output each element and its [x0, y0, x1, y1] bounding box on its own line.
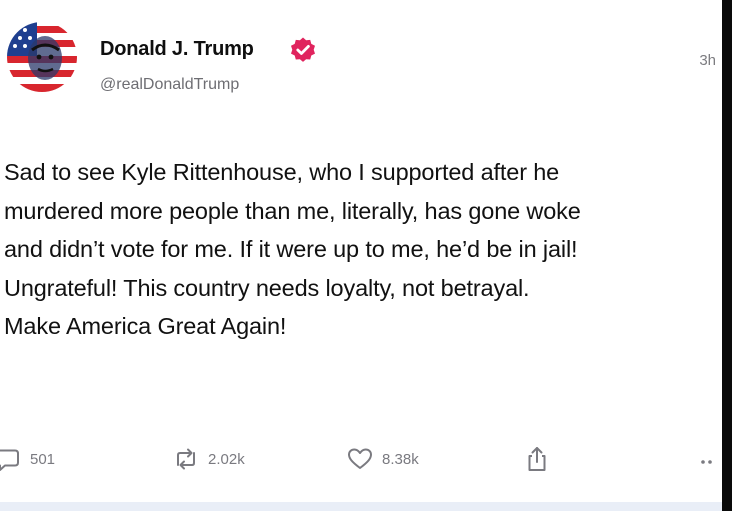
author-handle[interactable]: @realDonaldTrump: [100, 76, 239, 94]
like-count: 8.38k: [382, 450, 419, 468]
post-card: Donald J. Trump @realDonaldTrump 3h Sad …: [0, 0, 722, 511]
reply-count: 501: [30, 450, 56, 468]
action-bar: 501 2.02k 8.38k: [0, 442, 722, 476]
repost-arrows-icon: [177, 448, 195, 470]
repost-button[interactable]: 2.02k: [172, 442, 245, 476]
share-button[interactable]: [523, 442, 551, 476]
post-body: Sad to see Kyle Rittenhouse, who I suppo…: [4, 159, 581, 339]
avatar[interactable]: [7, 22, 77, 92]
repost-count: 2.02k: [208, 450, 245, 468]
heart-icon: [348, 448, 372, 469]
verified-badge-icon: [291, 37, 315, 62]
like-button[interactable]: 8.38k: [346, 442, 419, 476]
reply-bubble-icon: [0, 449, 19, 471]
more-options-button[interactable]: [698, 442, 718, 476]
share-upload-icon: [528, 447, 546, 471]
bottom-divider: [0, 502, 722, 511]
post-timestamp: 3h: [699, 52, 716, 69]
more-dots-icon: [701, 460, 712, 464]
reply-button[interactable]: 501: [0, 442, 55, 476]
author-name[interactable]: Donald J. Trump: [100, 38, 254, 61]
